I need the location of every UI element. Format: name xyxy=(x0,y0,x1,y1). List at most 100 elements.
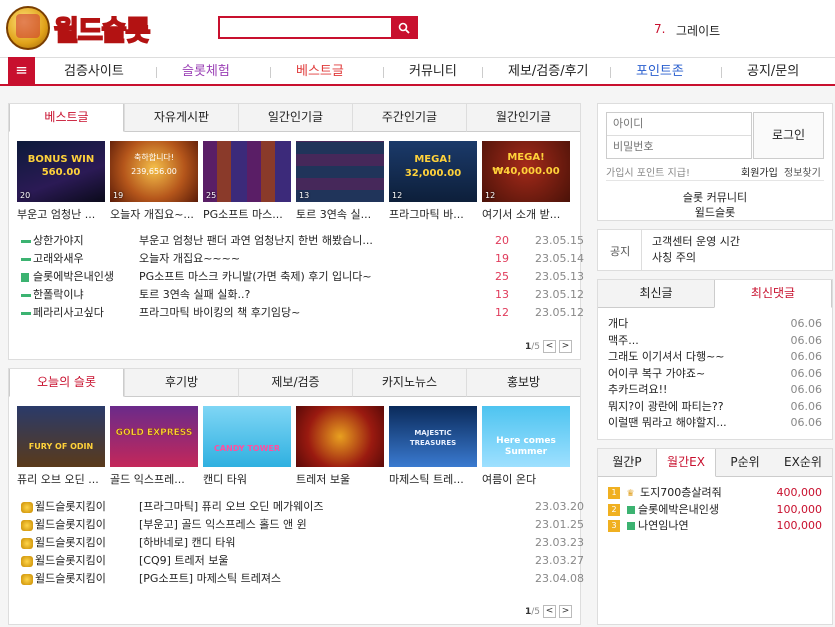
comment-text[interactable]: 개다 xyxy=(608,317,628,330)
list-item[interactable]: 윌드슬롯지킴이 [부운고] 골드 익스프레스 홀드 앤 윈 23.01.25 xyxy=(21,516,584,534)
thumb-card[interactable]: FURY OF ODIN 퓨리 오브 오딘 ... xyxy=(17,406,105,487)
login-button[interactable]: 로그인 xyxy=(753,112,824,159)
tab-free-board[interactable]: 자유게시판 xyxy=(124,104,238,132)
tab-promo[interactable]: 홍보방 xyxy=(466,369,580,397)
nav-item-slot-experience[interactable]: 슬롯체험 xyxy=(156,64,230,80)
comment-text[interactable]: 이럴땐 뭐라고 해야할지... xyxy=(608,416,727,429)
post-author[interactable]: 한폴락이냐 xyxy=(33,286,84,304)
thumb-card[interactable]: CANDY TOWER 캔디 타워 xyxy=(203,406,291,487)
prev-page-button[interactable]: < xyxy=(543,340,556,353)
thumb-card[interactable]: MAJESTIC TREASURES 마제스틱 트레... xyxy=(389,406,477,487)
list-item[interactable]: 뭐지?이 광란에 파티는?? 06.06 xyxy=(608,399,822,416)
tab-monthly-exp[interactable]: 월간EX xyxy=(656,449,716,477)
tab-point-rank[interactable]: P순위 xyxy=(716,449,774,477)
search-button[interactable] xyxy=(391,16,417,39)
list-item[interactable]: 윌드슬롯지킴이 [프라그마틱] 퓨리 오브 오딘 메가웨이즈 23.03.20 xyxy=(21,498,584,516)
find-info-link[interactable]: 정보찾기 xyxy=(784,164,821,179)
comment-text[interactable]: 추카드려요!! xyxy=(608,383,667,396)
post-author[interactable]: 페라리사고싶다 xyxy=(33,304,104,322)
list-item[interactable]: 윌드슬롯지킴이 [하바네로] 캔디 타워 23.03.23 xyxy=(21,534,584,552)
post-title[interactable]: PG소프트 마스크 카니발(가면 축제) 후기 입니다~ xyxy=(139,268,389,286)
tab-monthly-points[interactable]: 월간P xyxy=(598,449,656,477)
comment-text[interactable]: 그래도 이기셔서 다행~~ xyxy=(608,350,725,363)
list-item[interactable]: 슬롯에박은내인생 PG소프트 마스크 카니발(가면 축제) 후기 입니다~ 25 23… xyxy=(21,268,584,286)
notice-item[interactable]: 사칭 주의 xyxy=(652,250,740,266)
comment-text[interactable]: 맥주... xyxy=(608,334,639,347)
thumb-card[interactable]: MEGA! ₩40,000.00 12 여기서 소개 받... xyxy=(482,141,570,222)
post-author[interactable]: 상한가야지 xyxy=(33,232,84,250)
search-input[interactable] xyxy=(220,18,392,37)
list-item[interactable]: 그래도 이기셔서 다행~~ 06.06 xyxy=(608,349,822,366)
prev-page-button[interactable]: < xyxy=(543,605,556,618)
post-author[interactable]: 윌드슬롯지킴이 xyxy=(35,552,106,570)
thumb-card[interactable]: GOLD EXPRESS 골드 익스프레... xyxy=(110,406,198,487)
nav-item-community[interactable]: 커뮤니티 xyxy=(383,64,457,80)
post-title[interactable]: [부운고] 골드 익스프레스 홀드 앤 윈 xyxy=(139,516,389,534)
post-author[interactable]: 윌드슬롯지킴이 xyxy=(35,534,106,552)
next-page-button[interactable]: > xyxy=(559,605,572,618)
list-item[interactable]: 3 나연임나연 100,000 xyxy=(608,518,822,535)
list-item[interactable]: 어이쿠 복구 가야죠~ 06.06 xyxy=(608,366,822,383)
post-author[interactable]: 슬롯에박은내인생 xyxy=(33,268,114,286)
thumb-card[interactable]: BONUS WIN 560.00 20 부운고 엄청난 ... xyxy=(17,141,105,222)
post-title[interactable]: 프라그마틱 바이킹의 책 후기임당~ xyxy=(139,304,389,322)
tab-daily-popular[interactable]: 일간인기글 xyxy=(238,104,352,132)
post-title[interactable]: 오늘자 개집요~~~~ xyxy=(139,250,389,268)
notice-item[interactable]: 고객센터 운영 시간 xyxy=(652,234,740,250)
post-title[interactable]: [프라그마틱] 퓨리 오브 오딘 메가웨이즈 xyxy=(139,498,389,516)
post-author[interactable]: 윌드슬롯지킴이 xyxy=(35,516,106,534)
nav-item-reports[interactable]: 제보/검증/후기 xyxy=(482,64,589,80)
signup-link[interactable]: 회원가입 xyxy=(741,164,778,179)
username-input[interactable] xyxy=(607,113,751,136)
tab-reviews[interactable]: 후기방 xyxy=(124,369,238,397)
post-author[interactable]: 윌드슬롯지킴이 xyxy=(35,498,106,516)
post-title[interactable]: [PG소프트] 마제스틱 트레져스 xyxy=(139,570,389,588)
nav-item-verify-sites[interactable]: 검증사이트 xyxy=(64,64,124,80)
tab-weekly-popular[interactable]: 주간인기글 xyxy=(352,104,466,132)
rank-user[interactable]: 나연임나연 xyxy=(638,519,689,532)
thumb-card[interactable]: MEGA! 32,000.00 12 프라그마틱 바... xyxy=(389,141,477,222)
list-item[interactable]: 개다 06.06 xyxy=(608,316,822,333)
list-item[interactable]: 이럴땐 뭐라고 해야할지... 06.06 xyxy=(608,415,822,432)
rank-user[interactable]: 슬롯에박은내인생 xyxy=(638,503,719,516)
thumb-card[interactable]: 축하합니다! 239,656.00 19 오늘자 개집요~... xyxy=(110,141,198,222)
list-item[interactable]: 2 슬롯에박은내인생 100,000 xyxy=(608,502,822,519)
next-page-button[interactable]: > xyxy=(559,340,572,353)
list-item[interactable]: 한폴락이냐 토르 3연속 실패 실화..? 13 23.05.12 xyxy=(21,286,584,304)
thumb-card[interactable]: Here comes Summer 여름이 온다 xyxy=(482,406,570,487)
tab-exp-rank[interactable]: EX순위 xyxy=(774,449,832,477)
tab-best[interactable]: 베스트글 xyxy=(9,104,124,132)
list-item[interactable]: 고래와새우 오늘자 개집요~~~~ 19 23.05.14 xyxy=(21,250,584,268)
list-item[interactable]: 1 ♛ 도지700층살려줘 400,000 xyxy=(608,485,822,502)
menu-button[interactable]: ≡ xyxy=(8,57,35,85)
site-logo[interactable]: 윌드슬롯 xyxy=(6,3,191,53)
tab-casino-news[interactable]: 카지노뉴스 xyxy=(352,369,466,397)
list-item[interactable]: 윌드슬롯지킴이 [PG소프트] 마제스틱 트레져스 23.04.08 xyxy=(21,570,584,588)
nav-item-point-zone[interactable]: 포인트존 xyxy=(610,64,684,80)
thumb-card[interactable]: 트레저 보울 xyxy=(296,406,384,487)
post-author[interactable]: 윌드슬롯지킴이 xyxy=(35,570,106,588)
nav-item-notice[interactable]: 공지/문의 xyxy=(720,64,799,80)
post-title[interactable]: [하바네로] 캔디 타워 xyxy=(139,534,389,552)
post-title[interactable]: [CQ9] 트레저 보울 xyxy=(139,552,389,570)
list-item[interactable]: 추카드려요!! 06.06 xyxy=(608,382,822,399)
list-item[interactable]: 맥주... 06.06 xyxy=(608,333,822,350)
list-item[interactable]: 상한가야지 부운고 엄청난 팬더 과연 엄청난지 한번 해봤습니... 20 23.0… xyxy=(21,232,584,250)
tab-monthly-popular[interactable]: 월간인기글 xyxy=(466,104,580,132)
post-author[interactable]: 고래와새우 xyxy=(33,250,84,268)
tab-reports[interactable]: 제보/검증 xyxy=(238,369,352,397)
tab-todays-slot[interactable]: 오늘의 슬롯 xyxy=(9,369,124,397)
tab-latest-comments[interactable]: 최신댓글 xyxy=(714,280,832,308)
list-item[interactable]: 페라리사고싶다 프라그마틱 바이킹의 책 후기임당~ 12 23.05.12 xyxy=(21,304,584,322)
ticker-rank-text[interactable]: 그레이트 xyxy=(676,22,720,39)
thumb-card[interactable]: 25 PG소프트 마스... xyxy=(203,141,291,222)
post-title[interactable]: 토르 3연속 실패 실화..? xyxy=(139,286,389,304)
password-input[interactable] xyxy=(607,136,751,158)
tab-latest-posts[interactable]: 최신글 xyxy=(598,280,714,308)
comment-text[interactable]: 어이쿠 복구 가야죠~ xyxy=(608,367,705,380)
thumb-card[interactable]: 13 토르 3연속 실... xyxy=(296,141,384,222)
rank-user[interactable]: 도지700층살려줘 xyxy=(640,486,722,499)
list-item[interactable]: 윌드슬롯지킴이 [CQ9] 트레저 보울 23.03.27 xyxy=(21,552,584,570)
nav-item-best-posts[interactable]: 베스트글 xyxy=(270,64,344,80)
post-title[interactable]: 부운고 엄청난 팬더 과연 엄청난지 한번 해봤습니... xyxy=(139,232,389,250)
